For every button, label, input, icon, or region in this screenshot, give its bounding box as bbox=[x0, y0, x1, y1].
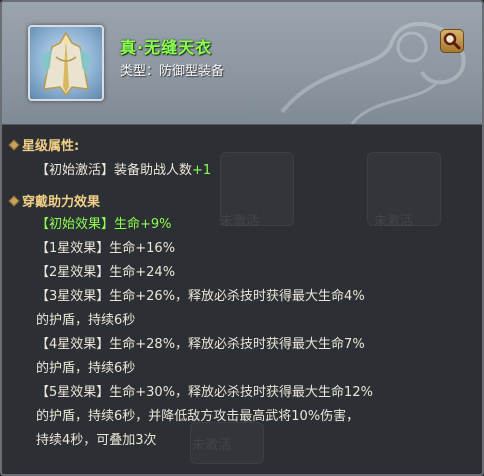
star-attribute-label: 【初始激活】装备助战人数 bbox=[36, 163, 193, 178]
item-description: 星级属性: 【初始激活】装备助战人数+1 穿戴助力效果 【初始效果】生命+9% … bbox=[2, 127, 482, 474]
effect-line: 的护盾，持续6秒 bbox=[36, 313, 136, 328]
assist-effect-title: 穿戴助力效果 bbox=[22, 195, 101, 210]
item-header: 真·无缝天衣 类型：防御型装备 bbox=[2, 2, 482, 125]
effect-line: 【4星效果】生命+28%，释放必杀技时获得最大生命7% bbox=[36, 337, 365, 352]
effect-line: 的护盾，持续6秒，并降低敌方攻击最高武将10%伤害， bbox=[36, 409, 360, 424]
effect-line: 【3星效果】生命+26%，释放必杀技时获得最大生命4% bbox=[36, 289, 365, 304]
effect-line: 【1星效果】生命+16% bbox=[36, 241, 176, 256]
item-icon-frame[interactable] bbox=[28, 25, 104, 101]
item-name: 真·无缝天衣 bbox=[120, 38, 213, 57]
item-type: 类型：防御型装备 bbox=[120, 64, 225, 79]
cloud-pattern-decoration bbox=[280, 22, 466, 124]
bullet-diamond-icon bbox=[8, 139, 20, 151]
effect-line: 【2星效果】生命+24% bbox=[36, 265, 176, 280]
magnifier-icon bbox=[443, 32, 461, 50]
effect-line: 的护盾，持续6秒 bbox=[36, 361, 136, 376]
equipment-tooltip-panel: 真·无缝天衣 类型：防御型装备 未激活 未激活 未激活 星级属性: 【初始激活】… bbox=[0, 0, 484, 476]
effect-line: 持续4秒，可叠加3次 bbox=[36, 433, 157, 448]
star-attribute-value: +1 bbox=[192, 163, 212, 178]
effect-line: 【5星效果】生命+30%，释放必杀技时获得最大生命12% bbox=[36, 385, 373, 400]
star-attribute-title: 星级属性: bbox=[22, 139, 80, 154]
star-attribute-line: 【初始激活】装备助战人数+1 bbox=[36, 159, 211, 178]
armor-robe-icon bbox=[40, 31, 92, 97]
bullet-diamond-icon bbox=[8, 195, 20, 207]
inspect-button[interactable] bbox=[440, 29, 464, 53]
initial-effect-line: 【初始效果】生命+9% bbox=[36, 217, 172, 232]
